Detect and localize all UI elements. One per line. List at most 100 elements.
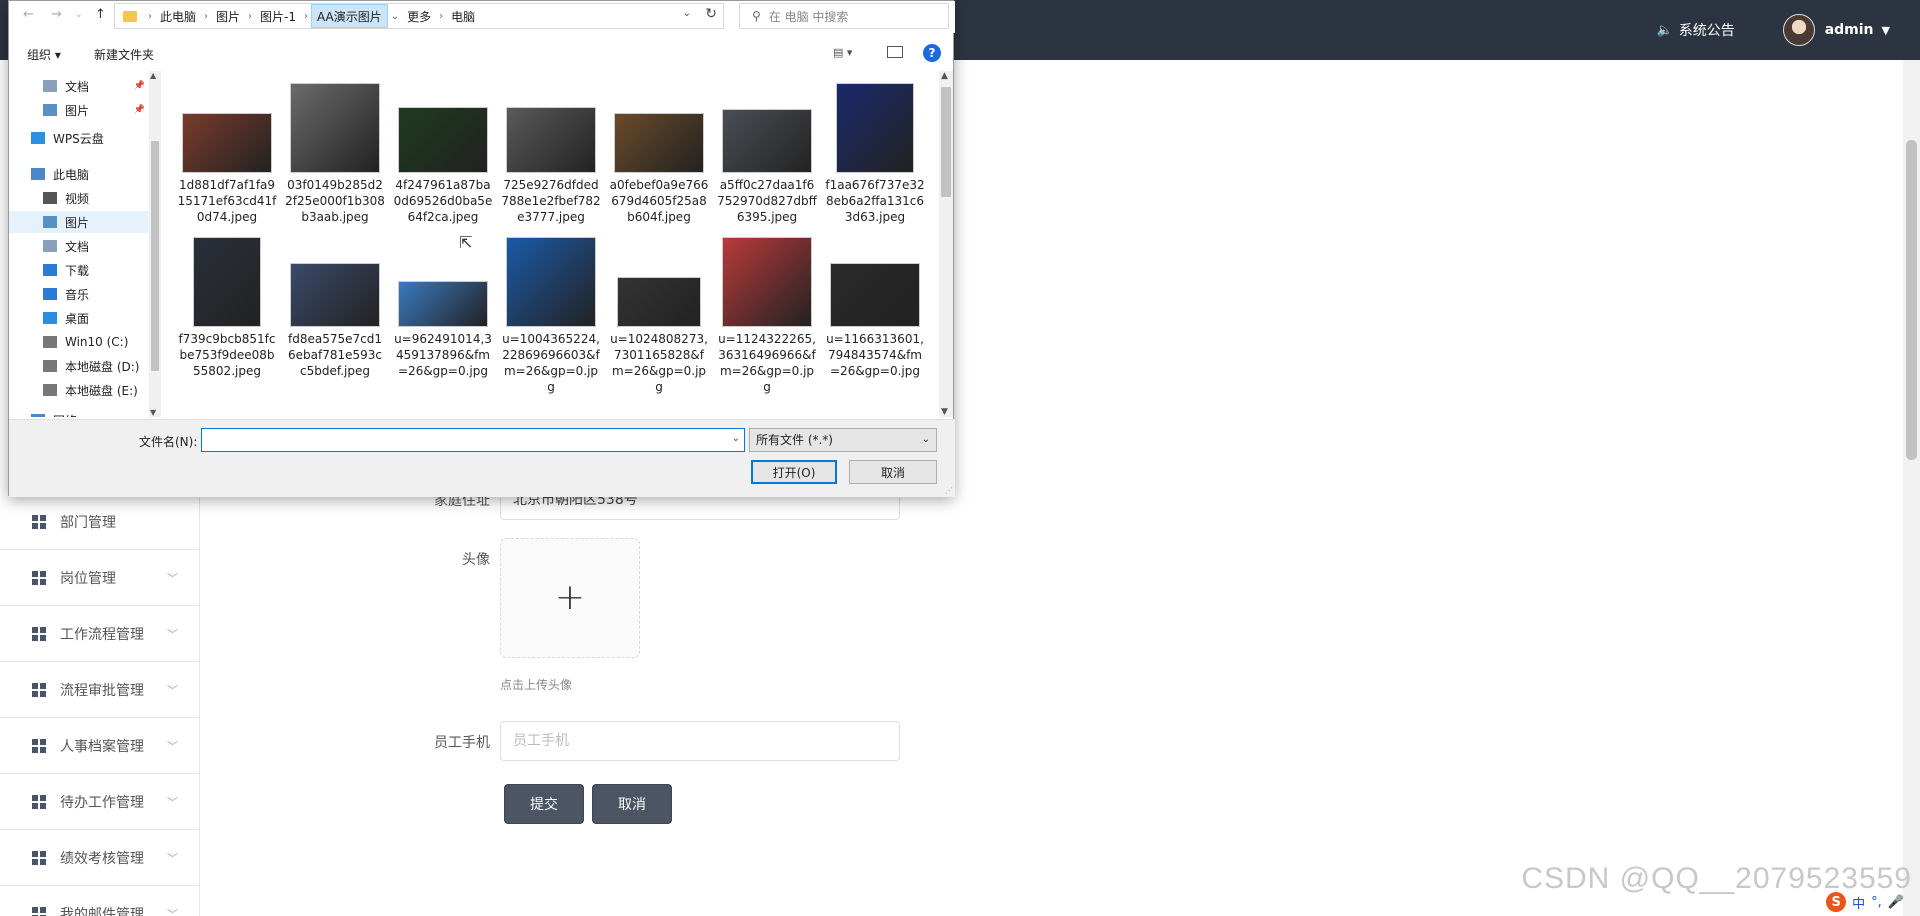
page-scrollbar[interactable] bbox=[1903, 60, 1920, 916]
sidebar-item-approval[interactable]: 流程审批管理 ﹀ bbox=[0, 662, 200, 718]
pictures-icon bbox=[43, 104, 57, 116]
sidebar-item-position[interactable]: 岗位管理 ﹀ bbox=[0, 550, 200, 606]
file-item[interactable]: 4f247961a87ba0d69526d0ba5e64f2ca.jpeg bbox=[393, 79, 493, 225]
file-thumbnail bbox=[617, 277, 701, 327]
scroll-down-icon[interactable]: ▼ bbox=[941, 407, 948, 417]
file-item[interactable]: u=962491014,3459137896&fm=26&gp=0.jpg bbox=[393, 233, 493, 379]
file-item[interactable]: 03f0149b285d22f25e000f1b308b3aab.jpeg bbox=[285, 79, 385, 225]
help-icon[interactable]: ? bbox=[923, 44, 941, 62]
tree-item[interactable]: 下载 bbox=[9, 259, 149, 281]
sidebar-item-department[interactable]: 部门管理 bbox=[0, 494, 200, 550]
refresh-icon[interactable]: ↻ bbox=[705, 6, 717, 22]
file-item[interactable]: u=1124322265,36316496966&fm=26&gp=0.jpg bbox=[717, 233, 817, 395]
tree-item[interactable]: 音乐 bbox=[9, 283, 149, 305]
ime-indicator[interactable]: S 中 °, 🎤 bbox=[1826, 892, 1904, 912]
tree-item[interactable]: 图片 bbox=[9, 211, 149, 233]
back-arrow-icon[interactable]: ← bbox=[23, 7, 34, 22]
filetype-select[interactable]: 所有文件 (*.*) ⌄ bbox=[749, 428, 937, 452]
tree-item[interactable]: 本地磁盘 (E:) bbox=[9, 379, 149, 401]
breadcrumb-item[interactable]: 此电脑 bbox=[155, 4, 201, 28]
filetype-value: 所有文件 (*.*) bbox=[756, 433, 833, 447]
address-history-dropdown-icon[interactable]: ⌄ bbox=[683, 8, 691, 19]
search-input[interactable]: ⚲ 在 电脑 中搜索 bbox=[739, 3, 949, 29]
file-thumbnail bbox=[830, 263, 920, 327]
tree-item[interactable]: 文档 bbox=[9, 235, 149, 257]
pin-icon: 📌 bbox=[133, 105, 145, 115]
user-name[interactable]: admin bbox=[1825, 22, 1874, 38]
user-avatar[interactable] bbox=[1782, 14, 1815, 46]
file-item[interactable]: f739c9bcb851fcbe753f9dee08b55802.jpeg bbox=[177, 233, 277, 379]
file-item[interactable]: f1aa676f737e328eb6a2ffa131c63d63.jpeg bbox=[825, 79, 925, 225]
sidebar-item-hr-archive[interactable]: 人事档案管理 ﹀ bbox=[0, 718, 200, 774]
sidebar-item-label: 流程审批管理 bbox=[60, 682, 144, 699]
sidebar-item-mail[interactable]: 我的邮件管理 ﹀ bbox=[0, 886, 200, 916]
sidebar-item-label: 部门管理 bbox=[60, 514, 116, 531]
dialog-cancel-button[interactable]: 取消 bbox=[849, 460, 937, 484]
scroll-down-icon[interactable]: ▼ bbox=[150, 408, 156, 417]
sidebar-item-label: 待办工作管理 bbox=[60, 794, 144, 811]
tree-item[interactable]: 桌面 bbox=[9, 307, 149, 329]
forward-arrow-icon[interactable]: → bbox=[51, 7, 62, 22]
file-item[interactable]: 725e9276dfded788e1e2fbef782e3777.jpeg bbox=[501, 79, 601, 225]
file-item[interactable]: u=1004365224,22869696603&fm=26&gp=0.jpg bbox=[501, 233, 601, 395]
file-item[interactable]: a0febef0a9e766679d4605f25a8b604f.jpeg bbox=[609, 79, 709, 225]
sliders-icon bbox=[32, 850, 46, 865]
tree-item[interactable]: Win10 (C:) bbox=[9, 331, 149, 353]
cancel-button[interactable]: 取消 bbox=[592, 784, 672, 824]
tree-item-label: 文档 bbox=[65, 239, 90, 254]
address-bar[interactable]: › 此电脑 › 图片 › 图片-1 › AA演示图片 ⌄ 更多 › 电脑 ⌄ ↻ bbox=[114, 3, 724, 29]
file-item[interactable]: u=1166313601,794843574&fm=26&gp=0.jpg bbox=[825, 233, 925, 379]
avatar-upload-box[interactable]: + bbox=[500, 538, 640, 658]
system-notice-link[interactable]: 🔈 系统公告 bbox=[1657, 20, 1735, 40]
file-item[interactable]: a5ff0c27daa1f6752970d827dbff6395.jpeg bbox=[717, 79, 817, 225]
sidebar-item-workflow[interactable]: 工作流程管理 ﹀ bbox=[0, 606, 200, 662]
tree-item[interactable]: WPS云盘 bbox=[9, 127, 149, 149]
filename-input[interactable]: ⌄ bbox=[201, 428, 745, 452]
tree-item[interactable]: 此电脑 bbox=[9, 163, 149, 185]
file-grid-scrollbar[interactable]: ▲ ▼ bbox=[939, 71, 953, 417]
new-folder-button[interactable]: 新建文件夹 bbox=[94, 46, 154, 63]
file-item[interactable]: 1d881df7af1fa915171ef63cd41f0d74.jpeg bbox=[177, 79, 277, 225]
tree-item[interactable]: 图片 📌 bbox=[9, 99, 149, 121]
sidebar-item-performance[interactable]: 绩效考核管理 ﹀ bbox=[0, 830, 200, 886]
recent-dropdown-icon[interactable]: ⌄ bbox=[75, 10, 83, 20]
breadcrumb-item[interactable]: 电脑 bbox=[446, 4, 480, 28]
sidebar-item-todo[interactable]: 待办工作管理 ﹀ bbox=[0, 774, 200, 830]
breadcrumb-item[interactable]: 图片 bbox=[211, 4, 245, 28]
breadcrumb-item[interactable]: 更多 bbox=[402, 4, 436, 28]
file-name: 4f247961a87ba0d69526d0ba5e64f2ca.jpeg bbox=[393, 178, 493, 224]
file-name: u=1124322265,36316496966&fm=26&gp=0.jpg bbox=[718, 332, 816, 394]
tree-item[interactable]: 视频 bbox=[9, 187, 149, 209]
tree-scrollbar[interactable]: ▲ ▼ bbox=[149, 71, 161, 417]
scroll-up-icon[interactable]: ▲ bbox=[941, 71, 948, 81]
tree-scrollbar-thumb[interactable] bbox=[151, 141, 159, 371]
file-item[interactable]: u=1024808273,7301165828&fm=26&gp=0.jpg bbox=[609, 233, 709, 395]
tree-item[interactable]: 网络 bbox=[9, 409, 149, 417]
submit-button[interactable]: 提交 bbox=[504, 784, 584, 824]
chevron-down-icon[interactable]: ⌄ bbox=[388, 11, 402, 22]
open-button[interactable]: 打开(O) bbox=[751, 460, 837, 484]
file-name: u=1166313601,794843574&fm=26&gp=0.jpg bbox=[826, 332, 924, 378]
organize-button[interactable]: 组织 ▾ bbox=[27, 46, 61, 63]
user-menu-caret-icon[interactable]: ▼ bbox=[1882, 24, 1890, 37]
breadcrumb-item-active[interactable]: AA演示图片 bbox=[311, 4, 388, 28]
filename-dropdown-icon[interactable]: ⌄ bbox=[732, 433, 740, 444]
chevron-down-icon: ﹀ bbox=[167, 739, 178, 753]
resize-grip-icon[interactable]: ⋰ bbox=[945, 486, 953, 495]
pin-icon: 📌 bbox=[133, 81, 145, 91]
chevron-down-icon: ﹀ bbox=[167, 851, 178, 865]
view-options-icon[interactable]: ▤ ▾ bbox=[833, 46, 852, 59]
page-scrollbar-thumb[interactable] bbox=[1906, 140, 1917, 460]
breadcrumb-item[interactable]: 图片-1 bbox=[255, 4, 301, 28]
file-item[interactable]: fd8ea575e7cd16ebaf781e593cc5bdef.jpeg bbox=[285, 233, 385, 379]
file-grid-scrollbar-thumb[interactable] bbox=[941, 87, 951, 197]
tree-item[interactable]: 文档 📌 bbox=[9, 75, 149, 97]
drive-icon bbox=[43, 384, 57, 396]
file-name: 1d881df7af1fa915171ef63cd41f0d74.jpeg bbox=[177, 178, 277, 224]
up-arrow-icon[interactable]: ↑ bbox=[95, 7, 106, 22]
preview-pane-icon[interactable] bbox=[887, 46, 903, 58]
organize-label: 组织 bbox=[27, 48, 52, 62]
phone-input[interactable]: 员工手机 bbox=[500, 721, 900, 761]
scroll-up-icon[interactable]: ▲ bbox=[150, 71, 156, 80]
tree-item[interactable]: 本地磁盘 (D:) bbox=[9, 355, 149, 377]
